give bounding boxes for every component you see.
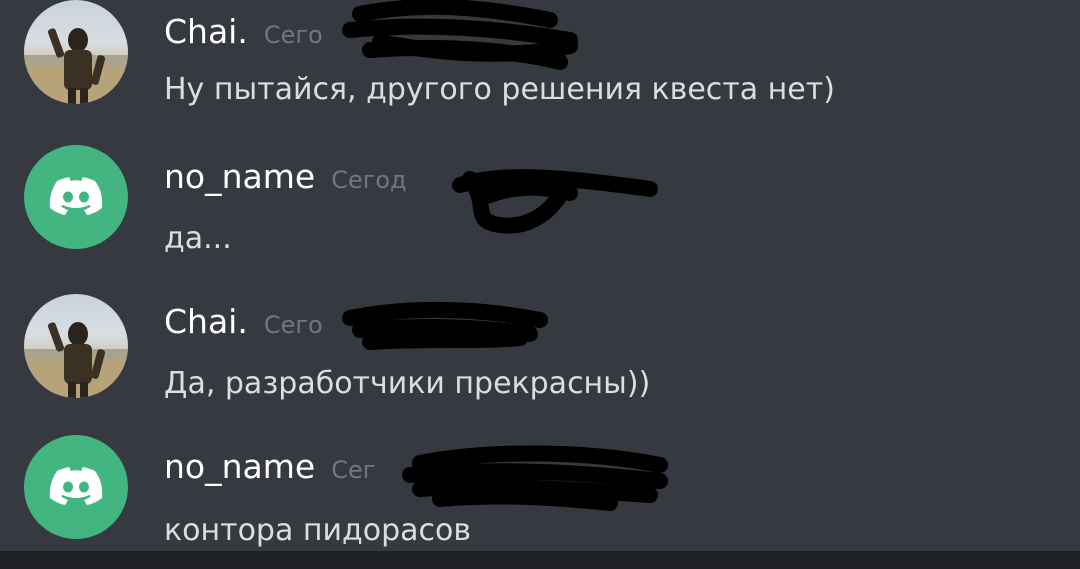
message-text: контора пидорасов — [164, 513, 472, 548]
message-header: Chai. Сего — [164, 302, 323, 352]
bottom-bar — [0, 551, 1080, 569]
discord-avatar[interactable] — [24, 145, 128, 249]
redaction-scribble — [342, 0, 578, 70]
username[interactable]: no_name — [164, 157, 315, 196]
message-text: Да, разработчики прекрасны)) — [164, 366, 651, 401]
discord-avatar[interactable] — [24, 435, 128, 539]
message-text: да... — [164, 221, 232, 256]
message-item: no_name Сег контора пидорасов — [0, 435, 1080, 569]
timestamp: Сего — [263, 311, 323, 339]
message-header: no_name Сег — [164, 447, 375, 497]
user-photo-avatar[interactable] — [24, 0, 128, 104]
message-item: Chai. Сего Ну пытайся, другого решения к… — [0, 0, 1080, 145]
message-header: Chai. Сего — [164, 12, 323, 62]
timestamp: Сегод — [331, 166, 407, 194]
user-photo-avatar[interactable] — [24, 294, 128, 398]
avatar-photo-figure — [24, 322, 128, 398]
username[interactable]: Chai. — [164, 302, 248, 341]
chat-message-list: Chai. Сего Ну пытайся, другого решения к… — [0, 0, 1080, 551]
username[interactable]: no_name — [164, 447, 315, 486]
message-item: Chai. Сего Да, разработчики прекрасны)) — [0, 290, 1080, 435]
discord-logo-icon — [49, 177, 103, 215]
redaction-scribble — [452, 169, 658, 234]
avatar-photo-figure — [24, 28, 128, 104]
message-header: no_name Сегод — [164, 157, 407, 207]
discord-logo-icon — [49, 467, 103, 505]
timestamp: Сег — [331, 456, 376, 484]
message-item: no_name Сегод да... — [0, 145, 1080, 290]
username[interactable]: Chai. — [164, 12, 248, 51]
redaction-scribble — [342, 301, 548, 350]
redaction-scribble — [402, 445, 668, 511]
timestamp: Сего — [263, 21, 323, 49]
